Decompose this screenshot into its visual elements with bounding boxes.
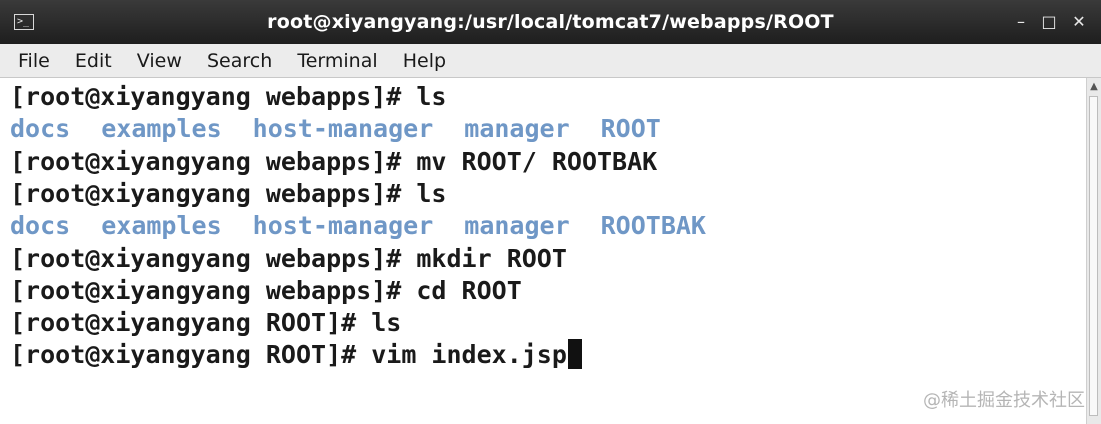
menu-terminal[interactable]: Terminal [297, 44, 377, 78]
command-line: [root@xiyangyang webapps]# mkdir ROOT [10, 243, 567, 275]
directory-entry: examples [101, 114, 222, 144]
directory-entry: examples [101, 211, 222, 241]
ls-output-line: docs examples host-manager manager ROOT [10, 113, 692, 145]
directory-entry: docs [10, 114, 71, 144]
directory-entry: manager [464, 114, 570, 144]
directory-entry: ROOT [600, 114, 661, 144]
watermark: @稀土掘金技术社区 [923, 390, 1085, 411]
directory-entry: docs [10, 211, 71, 241]
vertical-scrollbar[interactable]: ▲ [1086, 78, 1101, 424]
command-line: [root@xiyangyang webapps]# ls [10, 81, 447, 113]
menu-file[interactable]: File [18, 44, 50, 78]
command-text: [root@xiyangyang ROOT]# ls [10, 308, 402, 338]
window-title: root@xiyangyang:/usr/local/tomcat7/webap… [267, 11, 834, 33]
minimize-button[interactable]: – [1008, 9, 1034, 35]
command-line: [root@xiyangyang ROOT]# vim index.jsp [10, 339, 582, 371]
command-text: [root@xiyangyang webapps]# cd ROOT [10, 275, 522, 305]
scrollbar-thumb[interactable] [1089, 96, 1098, 416]
command-text: [root@xiyangyang webapps]# mv ROOT/ ROOT… [10, 146, 658, 176]
ls-output-line: docs examples host-manager manager ROOTBAK [10, 210, 737, 242]
scroll-up-arrow-icon[interactable]: ▲ [1087, 81, 1101, 93]
menu-search[interactable]: Search [207, 44, 272, 78]
directory-entry: manager [464, 211, 570, 241]
menu-help[interactable]: Help [403, 44, 446, 78]
command-line: [root@xiyangyang webapps]# cd ROOT [10, 275, 522, 307]
menu-edit[interactable]: Edit [75, 44, 112, 78]
text-cursor [567, 339, 582, 370]
directory-entry: host-manager [252, 211, 434, 241]
close-button[interactable]: ✕ [1066, 9, 1092, 35]
terminal-output[interactable]: [root@xiyangyang webapps]# ls docs example… [0, 78, 1086, 424]
command-text: [root@xiyangyang webapps]# ls [10, 82, 447, 111]
menu-bar: File Edit View Search Terminal Help [0, 44, 1101, 78]
command-text: [root@xiyangyang webapps]# mkdir ROOT [10, 243, 567, 273]
command-text: [root@xiyangyang ROOT]# vim index.jsp [10, 340, 567, 370]
title-bar: >_ root@xiyangyang:/usr/local/tomcat7/we… [0, 0, 1101, 44]
menu-view[interactable]: View [137, 44, 182, 78]
directory-entry: host-manager [252, 114, 434, 144]
maximize-button[interactable]: □ [1036, 9, 1062, 35]
command-line: [root@xiyangyang ROOT]# ls [10, 307, 401, 339]
command-line: [root@xiyangyang webapps]# mv ROOT/ ROOT… [10, 146, 657, 178]
command-line: [root@xiyangyang webapps]# ls [10, 178, 447, 210]
command-text: [root@xiyangyang webapps]# ls [10, 178, 447, 208]
directory-entry: ROOTBAK [600, 211, 706, 241]
